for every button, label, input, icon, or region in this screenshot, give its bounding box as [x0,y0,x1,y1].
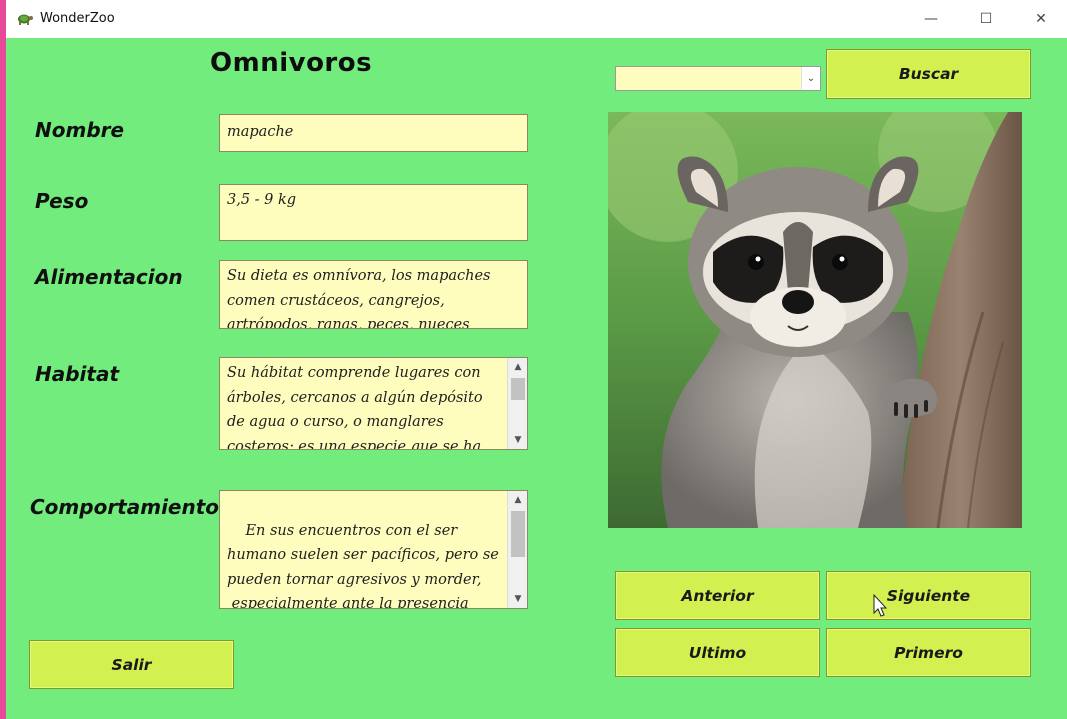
label-habitat: Habitat [35,362,120,386]
habitat-field[interactable]: Su hábitat comprende lugares con árboles… [219,357,528,450]
siguiente-button[interactable]: Siguiente [826,571,1031,620]
window-title: WonderZoo [40,11,115,26]
comportamiento-field[interactable]: En sus encuentros con el ser humano suel… [219,490,528,609]
habitat-value: Su hábitat comprende lugares con árboles… [227,365,483,450]
scroll-up-icon[interactable]: ▲ [508,358,527,376]
scroll-up-icon[interactable]: ▲ [508,491,527,509]
label-alimentacion: Alimentacion [35,265,183,289]
page-title: Omnivoros [210,48,373,78]
label-comportamiento: Comportamiento [30,495,220,519]
peso-field[interactable]: 3,5 - 9 kg [219,184,528,241]
label-nombre: Nombre [35,118,125,142]
comportamiento-scrollbar[interactable]: ▲ ▼ [507,491,527,608]
raccoon-photo [608,112,1022,528]
scroll-thumb[interactable] [511,511,525,557]
app-window: WonderZoo — ☐ ✕ Omnivoros Nombre Peso Al… [6,0,1067,719]
turtle-icon [18,14,33,25]
maximize-button[interactable]: ☐ [959,0,1013,38]
nombre-field[interactable]: mapache [219,114,528,152]
scroll-down-icon[interactable]: ▼ [508,590,527,608]
habitat-scrollbar[interactable]: ▲ ▼ [507,358,527,449]
label-peso: Peso [35,189,89,213]
anterior-button[interactable]: Anterior [615,571,820,620]
minimize-button[interactable]: — [904,0,958,38]
raccoon-image [608,112,1022,528]
nombre-value: mapache [227,124,294,140]
animal-select[interactable]: ⌄ [615,66,821,91]
chevron-down-icon[interactable]: ⌄ [801,67,820,90]
close-button[interactable]: ✕ [1014,0,1067,38]
primero-button[interactable]: Primero [826,628,1031,677]
scroll-down-icon[interactable]: ▼ [508,431,527,449]
alimentacion-value: Su dieta es omnívora, los mapaches comen… [227,268,491,329]
peso-value: 3,5 - 9 kg [227,192,297,208]
title-bar: WonderZoo — ☐ ✕ [6,0,1067,38]
scroll-thumb[interactable] [511,378,525,400]
salir-button[interactable]: Salir [29,640,234,689]
mouse-cursor-icon [873,594,887,617]
buscar-button[interactable]: Buscar [826,49,1031,99]
comportamiento-value: En sus encuentros con el ser humano suel… [227,522,499,609]
alimentacion-field[interactable]: Su dieta es omnívora, los mapaches comen… [219,260,528,329]
ultimo-button[interactable]: Ultimo [615,628,820,677]
